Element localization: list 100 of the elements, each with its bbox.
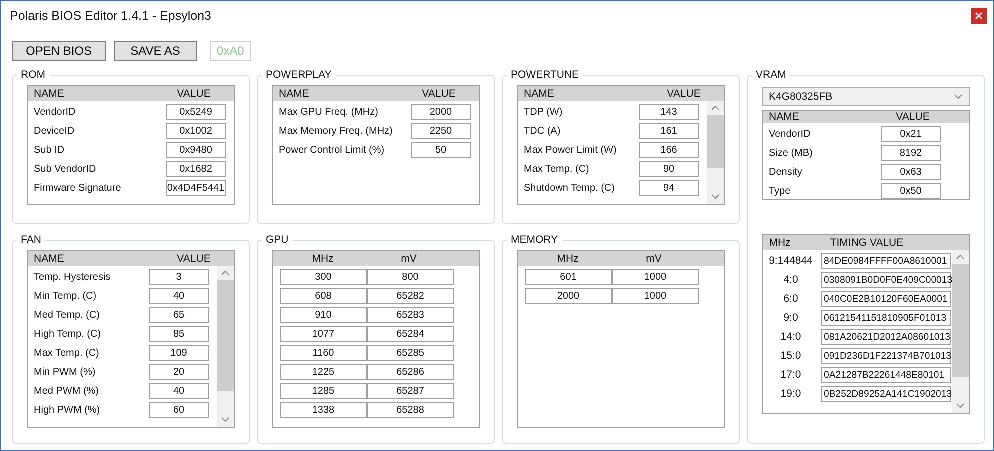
- frequency-field[interactable]: 608: [280, 288, 367, 304]
- voltage-field[interactable]: 65282: [367, 288, 454, 304]
- value-field[interactable]: 161: [639, 123, 699, 139]
- voltage-field[interactable]: 65287: [367, 383, 454, 399]
- value-field[interactable]: 85: [149, 326, 209, 342]
- scrollbar-thumb[interactable]: [707, 115, 724, 168]
- value-field[interactable]: 0x1002: [166, 123, 226, 139]
- voltage-field[interactable]: 65288: [367, 402, 454, 418]
- group-title: ROM: [20, 69, 46, 81]
- value-field[interactable]: 90: [639, 161, 699, 177]
- scroll-up-icon[interactable]: [711, 105, 720, 111]
- property-label: VendorID: [34, 106, 77, 118]
- column-header: VALUE: [421, 88, 457, 100]
- property-label: Max Memory Freq. (MHz): [279, 126, 394, 136]
- column-header: NAME: [33, 88, 66, 100]
- value-field[interactable]: 3: [149, 269, 209, 285]
- scroll-up-icon[interactable]: [221, 270, 230, 276]
- voltage-field[interactable]: 65283: [367, 307, 454, 323]
- group-title: POWERTUNE: [510, 69, 580, 81]
- frequency-field[interactable]: 1225: [280, 364, 367, 380]
- column-header: NAME: [768, 111, 800, 123]
- value-field[interactable]: 20: [149, 364, 209, 380]
- value-field[interactable]: 0x5249: [166, 104, 226, 120]
- timing-field[interactable]: 091D236D1F221374B701013: [821, 348, 951, 364]
- value-field[interactable]: 166: [639, 142, 699, 158]
- value-field[interactable]: 40: [149, 288, 209, 304]
- frequency-field[interactable]: 601: [525, 269, 612, 285]
- value-field[interactable]: 50: [411, 142, 471, 158]
- property-label: TDP (W): [524, 106, 564, 118]
- scroll-down-icon[interactable]: [711, 194, 720, 200]
- value-field[interactable]: 0x4D4F5441: [166, 180, 226, 196]
- value-field[interactable]: 143: [639, 104, 699, 120]
- property-label: Med PWM (%): [34, 386, 100, 396]
- value-field[interactable]: 0x9480: [166, 142, 226, 158]
- group-title: POWERPLAY: [265, 69, 333, 81]
- frequency-field[interactable]: 2000: [525, 288, 612, 304]
- voltage-field[interactable]: 1000: [612, 288, 699, 304]
- property-label: Power Control Limit (%): [279, 144, 386, 156]
- frequency-field[interactable]: 1338: [280, 402, 367, 418]
- timing-field[interactable]: 0308091B0D0F0E409C00013: [821, 272, 951, 288]
- column-header: NAME: [33, 252, 66, 264]
- property-label: DeviceID: [34, 126, 76, 136]
- voltage-field[interactable]: 65285: [367, 345, 454, 361]
- value-field[interactable]: 8192: [881, 145, 941, 161]
- frequency-field[interactable]: 910: [280, 307, 367, 323]
- column-header: MHz: [768, 236, 792, 248]
- voltage-field[interactable]: 65284: [367, 326, 454, 342]
- scrollbar[interactable]: [217, 266, 234, 427]
- timing-field[interactable]: 0B252D89252A141C1902013: [821, 386, 951, 402]
- voltage-field[interactable]: 65286: [367, 364, 454, 380]
- column-header: VALUE: [176, 88, 212, 100]
- value-field[interactable]: 0x21: [881, 126, 941, 142]
- scrollbar-thumb[interactable]: [952, 264, 969, 377]
- scroll-up-icon[interactable]: [956, 254, 965, 260]
- value-field[interactable]: 2250: [411, 123, 471, 139]
- value-field[interactable]: 0x50: [881, 183, 941, 199]
- value-field[interactable]: 2000: [411, 104, 471, 120]
- scroll-down-icon[interactable]: [956, 403, 965, 409]
- toolbar-button[interactable]: OPEN BIOS: [12, 41, 106, 61]
- group-title: FAN: [20, 234, 42, 246]
- window-title: Polaris BIOS Editor 1.4.1 - Epsylon3: [10, 9, 212, 23]
- scrollbar[interactable]: [707, 101, 724, 204]
- column-header: mV: [400, 252, 418, 264]
- value-field[interactable]: 94: [639, 180, 699, 196]
- close-button[interactable]: [971, 8, 987, 24]
- value-field[interactable]: 65: [149, 307, 209, 323]
- frequency-field[interactable]: 1285: [280, 383, 367, 399]
- frequency-label: 14:0: [780, 331, 802, 343]
- property-label: Med Temp. (C): [34, 310, 101, 320]
- value-field[interactable]: 0x1682: [166, 161, 226, 177]
- value-field[interactable]: 109: [149, 345, 209, 361]
- frequency-field[interactable]: 300: [280, 269, 367, 285]
- property-label: Firmware Signature: [34, 182, 122, 194]
- memory-dropdown[interactable]: K4G80325FB: [762, 87, 970, 106]
- frequency-label: 17:0: [780, 369, 802, 381]
- frequency-field[interactable]: 1160: [280, 345, 367, 361]
- timing-field[interactable]: 84DE0984FFFF00A8610001: [821, 253, 951, 269]
- frequency-field[interactable]: 1077: [280, 326, 367, 342]
- frequency-label: 19:0: [780, 388, 802, 400]
- voltage-field[interactable]: 1000: [612, 269, 699, 285]
- value-field[interactable]: 40: [149, 383, 209, 399]
- property-label: Sub ID: [34, 144, 66, 156]
- property-label: High Temp. (C): [34, 328, 102, 340]
- timing-field[interactable]: 081A20621D2012A08601013: [821, 329, 951, 345]
- scroll-down-icon[interactable]: [954, 94, 963, 100]
- timing-field[interactable]: 0A21287B22261448E80101: [821, 367, 951, 383]
- value-field[interactable]: 0x63: [881, 164, 941, 180]
- timing-field[interactable]: 040C0E2B10120F60EA0001: [821, 291, 951, 307]
- property-label: Min Temp. (C): [34, 290, 98, 302]
- scroll-down-icon[interactable]: [221, 417, 230, 423]
- property-label: Max Temp. (C): [524, 164, 590, 174]
- column-header: VALUE: [895, 111, 931, 123]
- toolbar-button[interactable]: SAVE AS: [114, 41, 197, 61]
- property-label: Max GPU Freq. (MHz): [279, 106, 380, 118]
- scrollbar-thumb[interactable]: [217, 280, 234, 391]
- column-header: NAME: [278, 88, 310, 100]
- voltage-field[interactable]: 800: [367, 269, 454, 285]
- timing-field[interactable]: 06121541151810905F01013: [821, 310, 951, 326]
- value-field[interactable]: 60: [149, 402, 209, 418]
- scrollbar[interactable]: [952, 250, 969, 413]
